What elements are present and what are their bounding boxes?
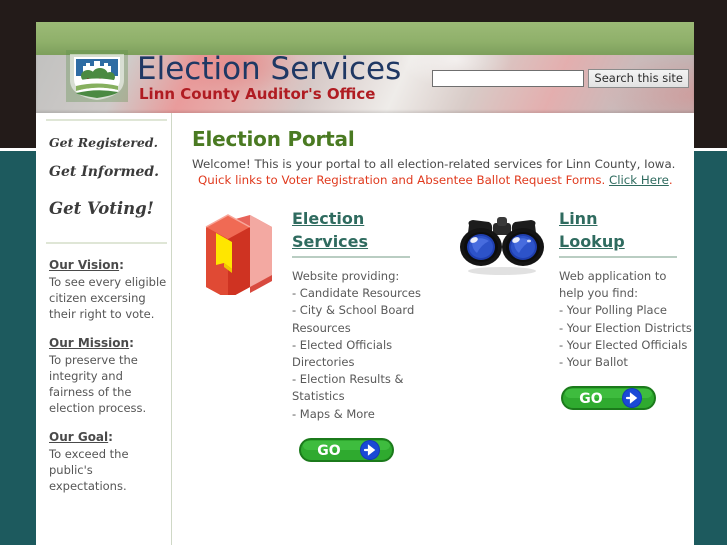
linn-county-shield-logo-icon[interactable] — [66, 50, 128, 102]
banner-title-block: Election Services Linn County Auditor's … — [137, 52, 401, 103]
banner-title-text: Election Services — [137, 51, 402, 87]
sidebar-slogan-registered: Get Registered. — [49, 135, 158, 150]
teal-left-band — [0, 148, 36, 545]
site-search: Search this site — [432, 69, 689, 88]
quicklinks-period: . — [668, 173, 673, 187]
card-title-line1[interactable]: Linn — [559, 209, 597, 228]
svg-text:GO: GO — [579, 391, 602, 407]
sidebar-block-mission: Our Mission: To preserve the integrity a… — [46, 332, 171, 416]
card-election-services-list: Website providing: - Candidate Resources… — [292, 269, 421, 421]
card-election-services-body: Election Services Website providing: - C… — [284, 207, 437, 467]
banner-subtitle-text: Linn County Auditor's Office — [139, 85, 376, 103]
body-row: Get Registered. Get Informed. Get Voting… — [36, 113, 694, 545]
sidebar-block-vision: Our Vision: To see every eligible citize… — [46, 254, 171, 322]
binoculars-icon[interactable] — [459, 207, 551, 467]
sidebar-slogan-voting: Get Voting! — [49, 199, 154, 218]
welcome-text: Welcome! This is your portal to all elec… — [192, 157, 676, 171]
red-book-icon[interactable] — [192, 207, 284, 467]
search-submit-button[interactable]: Search this site — [588, 69, 689, 88]
sidebar-text-vision: To see every eligible citizen excersing … — [49, 275, 167, 321]
site-banner: Election Services Linn County Auditor's … — [36, 22, 694, 113]
quicklinks-text: Quick links to Voter Registration and Ab… — [198, 173, 606, 187]
go-button-services-icon[interactable]: GO — [298, 437, 395, 463]
sidebar-block-goal: Our Goal: To exceed the public's expecta… — [46, 426, 171, 494]
card-linn-lookup-list: Web application to help you find: - Your… — [559, 269, 692, 370]
quicklinks-line: Quick links to Voter Registration and Ab… — [192, 172, 694, 189]
sidebar-heading-goal-colon: : — [108, 430, 113, 444]
sidebar-divider-mid — [46, 242, 167, 244]
card-linn-lookup-title[interactable]: Linn Lookup — [559, 207, 694, 253]
sidebar-heading-mission: Our Mission — [49, 336, 130, 350]
svg-text:GO: GO — [317, 443, 340, 459]
card-title-underline — [559, 256, 677, 258]
sidebar: Get Registered. Get Informed. Get Voting… — [36, 113, 172, 545]
sidebar-text-mission: To preserve the integrity and fairness o… — [49, 353, 147, 415]
card-title-line1[interactable]: Election — [292, 209, 364, 228]
sidebar-heading-vision: Our Vision — [49, 258, 120, 272]
search-input[interactable] — [432, 70, 585, 87]
page-title: Election Portal — [192, 127, 355, 151]
sidebar-heading-goal: Our Goal — [49, 430, 109, 444]
teal-right-band — [694, 148, 727, 545]
card-election-services: Election Services Website providing: - C… — [192, 207, 437, 467]
sidebar-divider-top — [46, 119, 167, 121]
card-election-services-go[interactable]: GO — [298, 437, 437, 467]
card-linn-lookup: Linn Lookup Web application to help you … — [459, 207, 694, 467]
sidebar-heading-mission-colon: : — [129, 336, 134, 350]
card-election-services-title[interactable]: Election Services — [292, 207, 437, 253]
page-container: Election Services Linn County Auditor's … — [36, 22, 694, 545]
card-linn-lookup-body: Linn Lookup Web application to help you … — [551, 207, 694, 467]
sidebar-slogan-informed: Get Informed. — [49, 164, 160, 180]
go-button-lookup-icon[interactable]: GO — [560, 385, 657, 411]
sidebar-heading-vision-colon: : — [119, 258, 124, 272]
card-title-line2[interactable]: Lookup — [559, 232, 625, 251]
card-title-line2[interactable]: Services — [292, 232, 368, 251]
card-title-underline — [292, 256, 410, 258]
card-linn-lookup-go[interactable]: GO — [560, 385, 694, 415]
portal-cards: Election Services Website providing: - C… — [192, 207, 694, 467]
sidebar-text-goal: To exceed the public's expectations. — [49, 447, 129, 493]
main-content: Election Portal Welcome! This is your po… — [172, 113, 694, 545]
quicklinks-click-here-link[interactable]: Click Here — [609, 173, 669, 187]
